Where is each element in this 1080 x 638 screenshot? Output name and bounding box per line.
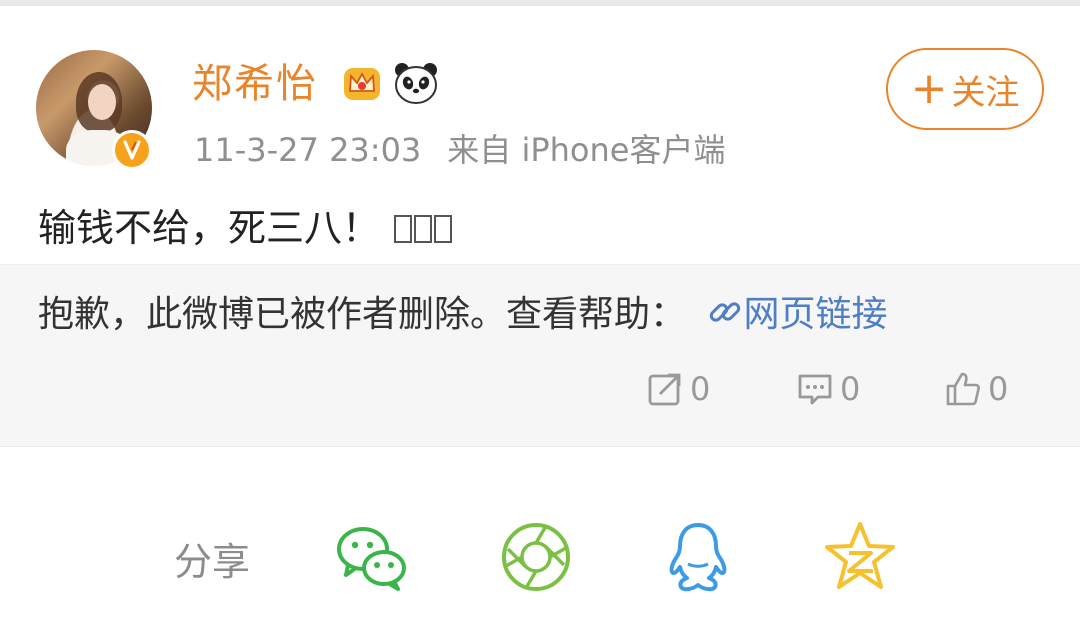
- missing-emoji-icon: [434, 215, 453, 243]
- help-link-label: 网页链接: [743, 294, 888, 335]
- post-meta: 11-3-27 23:03 来自 iPhone客户端: [194, 128, 725, 172]
- verified-badge-icon: [112, 130, 152, 170]
- like-button[interactable]: 0: [944, 367, 1008, 411]
- deleted-message: 抱歉，此微博已被作者删除。查看帮助：: [38, 294, 687, 335]
- link-icon: [707, 293, 743, 329]
- post-source: 来自 iPhone客户端: [447, 131, 726, 169]
- missing-emoji-icon: [414, 215, 433, 243]
- repost-count: 0: [690, 370, 711, 408]
- post-text-content: 输钱不给，死三八！: [38, 206, 381, 250]
- share-label: 分享: [174, 540, 251, 584]
- like-count: 0: [988, 370, 1009, 408]
- moments-icon[interactable]: [498, 519, 574, 595]
- help-link[interactable]: 网页链接: [707, 294, 887, 335]
- follow-button[interactable]: + 关注: [886, 48, 1044, 130]
- post-text: 输钱不给，死三八！: [38, 200, 453, 256]
- repost-button[interactable]: 0: [646, 367, 710, 411]
- qzone-icon[interactable]: [822, 519, 898, 595]
- panda-icon: [392, 60, 440, 106]
- comment-icon: [798, 374, 832, 405]
- post-header: 郑希怡 11-3-27 23:03 来自 iPhone客户端 + 关注: [0, 6, 1080, 188]
- share-bar: 分享: [0, 446, 1080, 638]
- wechat-icon[interactable]: [334, 519, 410, 595]
- username[interactable]: 郑希怡: [192, 58, 318, 110]
- deleted-post-box: 抱歉，此微博已被作者删除。查看帮助： 网页链接 0 0 0: [0, 264, 1080, 446]
- deleted-notice: 抱歉，此微博已被作者删除。查看帮助： 网页链接: [38, 289, 887, 341]
- post-timestamp: 11-3-27 23:03: [194, 131, 422, 169]
- qq-icon[interactable]: [660, 519, 736, 595]
- comment-count: 0: [840, 370, 861, 408]
- comment-button[interactable]: 0: [796, 367, 860, 411]
- thumbs-up-icon: [946, 372, 980, 406]
- plus-icon: +: [910, 63, 948, 114]
- follow-label: 关注: [951, 72, 1020, 113]
- repost-icon: [648, 373, 681, 406]
- missing-emoji-icon: [394, 215, 413, 243]
- crown-icon: [340, 62, 384, 106]
